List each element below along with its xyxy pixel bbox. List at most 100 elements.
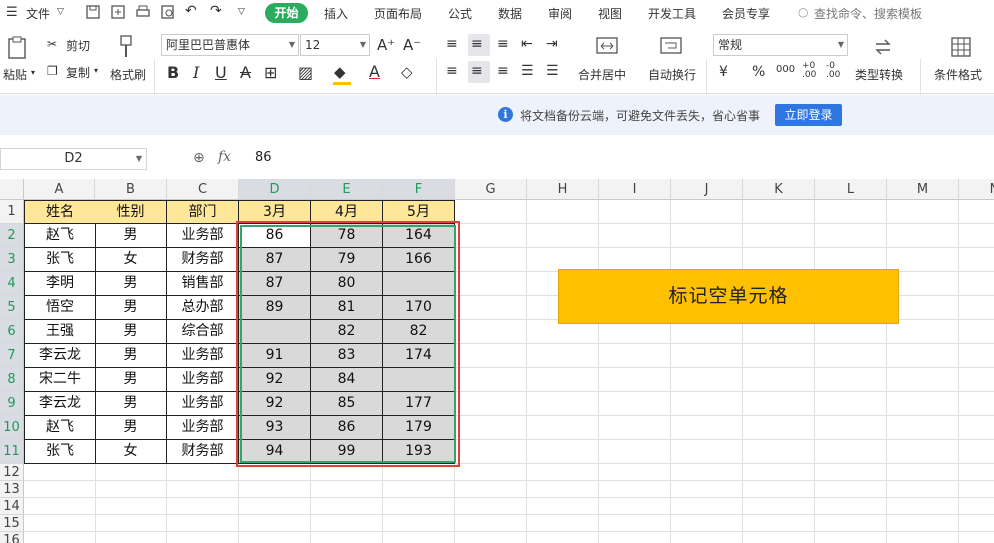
grid-cell[interactable]: [24, 532, 96, 543]
table-cell[interactable]: 业务部: [167, 416, 239, 440]
table-cell[interactable]: 李云龙: [24, 344, 96, 368]
grid-cell[interactable]: [671, 416, 743, 440]
grid-cell[interactable]: [671, 224, 743, 248]
paste-icon[interactable]: [6, 35, 30, 61]
column-header-a[interactable]: A: [24, 179, 95, 200]
column-header-c[interactable]: C: [167, 179, 239, 200]
table-cell[interactable]: 男: [95, 344, 167, 368]
grid-cell[interactable]: [887, 532, 959, 543]
grid-cell[interactable]: [599, 498, 671, 515]
indent-decrease-icon[interactable]: ⇤: [521, 36, 533, 52]
grid-cell[interactable]: [887, 481, 959, 498]
grid-cell[interactable]: [743, 224, 815, 248]
grid-cell[interactable]: [887, 498, 959, 515]
grid-cell[interactable]: [743, 440, 815, 464]
row-header-9[interactable]: 9: [0, 392, 24, 416]
grid-cell[interactable]: [527, 532, 599, 543]
column-header-h[interactable]: H: [527, 179, 599, 200]
type-convert-button[interactable]: 类型转换: [855, 66, 903, 83]
grid-cell[interactable]: [671, 498, 743, 515]
grid-cell[interactable]: [455, 368, 527, 392]
italic-icon[interactable]: I: [193, 63, 199, 82]
column-header-b[interactable]: B: [95, 179, 167, 200]
increase-font-icon[interactable]: A⁺: [377, 36, 395, 54]
quick-access-chevron-icon[interactable]: ▽: [238, 7, 245, 17]
grid-cell[interactable]: [671, 344, 743, 368]
row-header-12[interactable]: 12: [0, 464, 24, 481]
table-cell[interactable]: 85: [311, 392, 383, 416]
grid-cell[interactable]: [599, 515, 671, 532]
row-header-8[interactable]: 8: [0, 368, 24, 392]
grid-cell[interactable]: [383, 532, 455, 543]
grid-cell[interactable]: [815, 224, 887, 248]
table-cell[interactable]: [383, 368, 455, 392]
grid-cell[interactable]: [815, 464, 887, 481]
grid-cell[interactable]: [599, 464, 671, 481]
table-cell[interactable]: 业务部: [167, 368, 239, 392]
table-cell[interactable]: 174: [383, 344, 455, 368]
grid-cell[interactable]: [599, 392, 671, 416]
grid-cell[interactable]: [815, 416, 887, 440]
grid-cell[interactable]: [167, 464, 239, 481]
mark-empty-cells-button[interactable]: 标记空单元格: [558, 269, 899, 324]
grid-cell[interactable]: [959, 515, 994, 532]
column-header-g[interactable]: G: [455, 179, 527, 200]
table-cell[interactable]: 财务部: [167, 248, 239, 272]
table-cell[interactable]: 悟空: [24, 296, 96, 320]
grid-cell[interactable]: [743, 532, 815, 543]
justify-icon[interactable]: ☰: [521, 63, 534, 79]
table-cell[interactable]: 91: [239, 344, 311, 368]
grid-cell[interactable]: [887, 416, 959, 440]
grid-cell[interactable]: [455, 498, 527, 515]
table-cell[interactable]: 男: [95, 224, 167, 248]
grid-cell[interactable]: [815, 200, 887, 224]
column-header-d[interactable]: D: [239, 179, 311, 200]
grid-cell[interactable]: [959, 368, 994, 392]
grid-cell[interactable]: [527, 200, 599, 224]
grid-cell[interactable]: [24, 498, 96, 515]
font-size-select[interactable]: 12 ▼: [300, 34, 370, 56]
table-cell[interactable]: 男: [95, 296, 167, 320]
format-painter-button[interactable]: 格式刷: [110, 66, 146, 83]
grid-cell[interactable]: [311, 481, 383, 498]
grid-cell[interactable]: [671, 200, 743, 224]
table-cell[interactable]: 89: [239, 296, 311, 320]
table-cell[interactable]: 李明: [24, 272, 96, 296]
table-cell[interactable]: 女: [95, 440, 167, 464]
grid-cell[interactable]: [455, 440, 527, 464]
tab-view[interactable]: 视图: [598, 5, 622, 22]
grid-cell[interactable]: [311, 532, 383, 543]
grid-cell[interactable]: [455, 224, 527, 248]
grid-cell[interactable]: [959, 320, 994, 344]
grid-cell[interactable]: [599, 368, 671, 392]
format-painter-icon[interactable]: [117, 34, 137, 60]
grid-cell[interactable]: [455, 200, 527, 224]
table-cell[interactable]: 王强: [24, 320, 96, 344]
table-cell[interactable]: 177: [383, 392, 455, 416]
grid-cell[interactable]: [95, 532, 167, 543]
fill-color-icon[interactable]: ◆: [334, 63, 346, 81]
column-header-l[interactable]: L: [815, 179, 887, 200]
search-command-input[interactable]: 查找命令、搜索模板: [814, 5, 922, 22]
borders-icon[interactable]: ⊞: [264, 63, 277, 82]
select-all-corner[interactable]: [0, 179, 24, 200]
grid-cell[interactable]: [671, 532, 743, 543]
table-cell[interactable]: 张飞: [24, 248, 96, 272]
table-cell[interactable]: 宋二牛: [24, 368, 96, 392]
type-convert-icon[interactable]: [872, 36, 894, 58]
wrap-text-button[interactable]: 自动换行: [648, 66, 696, 83]
grid-cell[interactable]: [239, 515, 311, 532]
table-header-cell[interactable]: 5月: [383, 200, 455, 224]
grid-cell[interactable]: [743, 368, 815, 392]
copy-chevron-icon[interactable]: ▾: [94, 66, 98, 75]
decrease-decimal-icon[interactable]: -0.00: [826, 62, 840, 80]
grid-cell[interactable]: [311, 515, 383, 532]
align-left-icon[interactable]: ≡: [446, 63, 458, 79]
save-icon[interactable]: [85, 4, 101, 20]
grid-cell[interactable]: [815, 481, 887, 498]
grid-cell[interactable]: [887, 515, 959, 532]
grid-cell[interactable]: [887, 344, 959, 368]
table-cell[interactable]: 86: [239, 224, 311, 248]
grid-cell[interactable]: [959, 392, 994, 416]
wrap-text-icon[interactable]: [660, 36, 682, 56]
